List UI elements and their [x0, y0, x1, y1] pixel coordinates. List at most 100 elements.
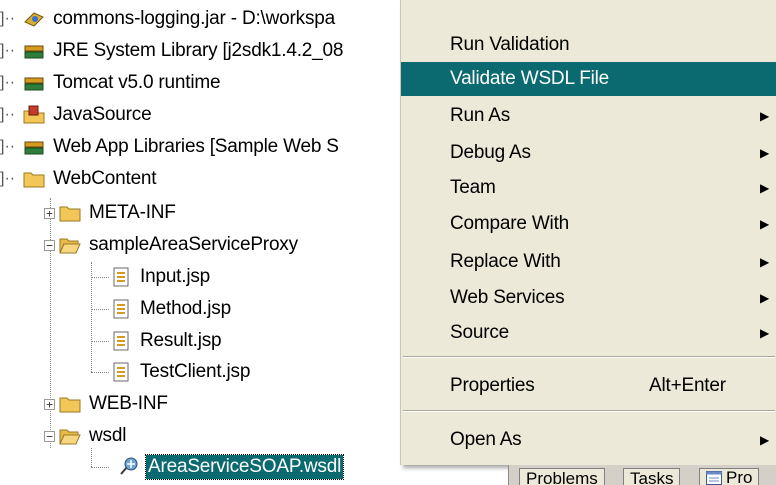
tree-item-sampleareaserviceproxy[interactable]: − sampleAreaServiceProxy: [44, 230, 300, 260]
menu-item-label: Validate WSDL File: [450, 68, 610, 89]
tree-item-label: Input.jsp: [140, 266, 211, 287]
jsp-file-icon: [113, 331, 129, 351]
submenu-arrow-icon: ▶: [759, 181, 769, 195]
tree-item-label: commons-logging.jar - D:\workspa: [53, 8, 335, 29]
folder-open-icon: [59, 429, 81, 445]
tree-item-label: Result.jsp: [140, 330, 222, 351]
menu-item-label: Run As: [450, 105, 511, 126]
menu-item-replace-with[interactable]: Replace With ▶: [401, 245, 776, 279]
menu-item-label: Run Validation: [450, 34, 570, 55]
menu-item-label: Properties: [450, 375, 535, 396]
tree-item-commons-logging[interactable]: ]·· commons-logging.jar - D:\workspa: [0, 4, 337, 34]
menu-item-label: Open As: [450, 429, 522, 450]
tab-tasks[interactable]: Tasks: [623, 468, 681, 485]
tree-item-input-jsp[interactable]: Input.jsp: [110, 262, 212, 292]
menu-separator: [403, 410, 775, 412]
tab-problems[interactable]: Problems: [519, 468, 605, 485]
jsp-file-icon: [113, 299, 129, 319]
tree-line: [91, 262, 92, 372]
tree-item-web-inf[interactable]: + WEB-INF: [44, 389, 170, 419]
context-menu: Run Validation Validate WSDL File Run As…: [400, 0, 776, 465]
tree-item-meta-inf[interactable]: + META-INF: [44, 198, 178, 228]
tree-item-tomcat-runtime[interactable]: ]·· Tomcat v5.0 runtime: [0, 68, 222, 98]
menu-item-label: Replace With: [450, 251, 561, 272]
collapse-toggle[interactable]: −: [44, 430, 55, 442]
menu-item-label: Team: [450, 177, 496, 198]
submenu-arrow-icon: ▶: [759, 109, 769, 123]
collapse-toggle[interactable]: −: [44, 239, 55, 251]
tree-item-label: TestClient.jsp: [140, 361, 251, 382]
tree-item-javasource[interactable]: ]·· JavaSource: [0, 100, 153, 130]
tree-item-label: WebContent: [53, 168, 157, 189]
tree-expander-stub: ]··: [0, 42, 16, 59]
menu-item-team[interactable]: Team ▶: [401, 171, 776, 205]
tree-item-label: JRE System Library [j2sdk1.4.2_08: [53, 40, 344, 61]
menu-item-run-as[interactable]: Run As ▶: [401, 99, 776, 133]
tree-item-label: Web App Libraries [Sample Web S: [53, 136, 339, 157]
tree-expander-stub: ]··: [0, 106, 16, 123]
tree-item-label: sampleAreaServiceProxy: [89, 234, 298, 255]
menu-item-open-as[interactable]: Open As ▶: [401, 423, 776, 457]
folder-icon: [23, 172, 45, 188]
menu-item-label: Source: [450, 322, 510, 343]
menu-item-web-services[interactable]: Web Services ▶: [401, 281, 776, 315]
expand-toggle[interactable]: +: [44, 207, 55, 219]
bottom-view-tabs: Problems Tasks Pro: [508, 465, 776, 485]
menu-item-label: Web Services: [450, 287, 565, 308]
expand-toggle[interactable]: +: [44, 398, 55, 410]
jsp-file-icon: [113, 267, 129, 287]
tree-item-method-jsp[interactable]: Method.jsp: [110, 294, 233, 324]
tree-line: [91, 341, 109, 342]
tree-line: [91, 309, 109, 310]
tree-item-label: JavaSource: [53, 104, 152, 125]
menu-item-compare-with[interactable]: Compare With ▶: [401, 207, 776, 241]
menu-item-run-validation[interactable]: Run Validation: [401, 28, 776, 62]
submenu-arrow-icon: ▶: [759, 433, 769, 447]
project-explorer-tree: ]·· commons-logging.jar - D:\workspa ]··…: [0, 0, 420, 485]
tree-item-label: META-INF: [89, 202, 176, 223]
tree-line: [91, 372, 109, 373]
library-icon: [24, 77, 44, 91]
menu-item-source[interactable]: Source ▶: [401, 316, 776, 350]
folder-open-icon: [59, 238, 81, 254]
tree-item-areaservicesoap-wsdl[interactable]: AreaServiceSOAP.wsdl: [118, 452, 345, 482]
submenu-arrow-icon: ▶: [759, 291, 769, 305]
menu-item-properties[interactable]: Properties Alt+Enter: [401, 369, 776, 403]
submenu-arrow-icon: ▶: [759, 255, 769, 269]
library-icon: [24, 141, 44, 155]
submenu-arrow-icon: ▶: [759, 217, 769, 231]
tree-expander-stub: ]··: [0, 10, 16, 27]
tree-item-label: WEB-INF: [89, 393, 168, 414]
menu-item-label: Compare With: [450, 213, 570, 234]
folder-icon: [59, 206, 81, 222]
submenu-arrow-icon: ▶: [759, 146, 769, 160]
properties-icon: [706, 471, 722, 485]
tree-item-label: AreaServiceSOAP.wsdl: [144, 454, 345, 480]
tree-item-web-app-libraries[interactable]: ]·· Web App Libraries [Sample Web S: [0, 132, 341, 162]
tree-item-result-jsp[interactable]: Result.jsp: [110, 326, 223, 356]
tree-expander-stub: ]··: [0, 74, 16, 91]
menu-item-label: Debug As: [450, 142, 531, 163]
menu-separator: [403, 356, 775, 358]
folder-icon: [59, 397, 81, 413]
menu-item-shortcut: Alt+Enter: [649, 375, 726, 396]
tree-line: [91, 277, 109, 278]
tree-expander-stub: ]··: [0, 170, 16, 187]
menu-item-validate-wsdl-file[interactable]: Validate WSDL File: [401, 62, 776, 96]
menu-item-debug-as[interactable]: Debug As ▶: [401, 136, 776, 170]
tab-properties[interactable]: Pro: [699, 468, 760, 485]
jsp-file-icon: [113, 362, 129, 382]
submenu-arrow-icon: ▶: [759, 326, 769, 340]
tab-label: Pro: [726, 468, 753, 485]
tree-item-label: Method.jsp: [140, 298, 231, 319]
tree-item-webcontent[interactable]: ]·· WebContent: [0, 164, 158, 194]
source-folder-icon: [23, 105, 45, 124]
tree-item-jre-system-library[interactable]: ]·· JRE System Library [j2sdk1.4.2_08: [0, 36, 345, 66]
library-icon: [24, 45, 44, 59]
jar-icon: [24, 12, 44, 27]
tree-item-wsdl[interactable]: − wsdl: [44, 421, 128, 451]
tree-item-label: Tomcat v5.0 runtime: [53, 72, 221, 93]
tree-item-testclient-jsp[interactable]: TestClient.jsp: [110, 357, 252, 387]
tree-line: [91, 467, 109, 468]
wsdl-file-icon: [120, 457, 138, 475]
